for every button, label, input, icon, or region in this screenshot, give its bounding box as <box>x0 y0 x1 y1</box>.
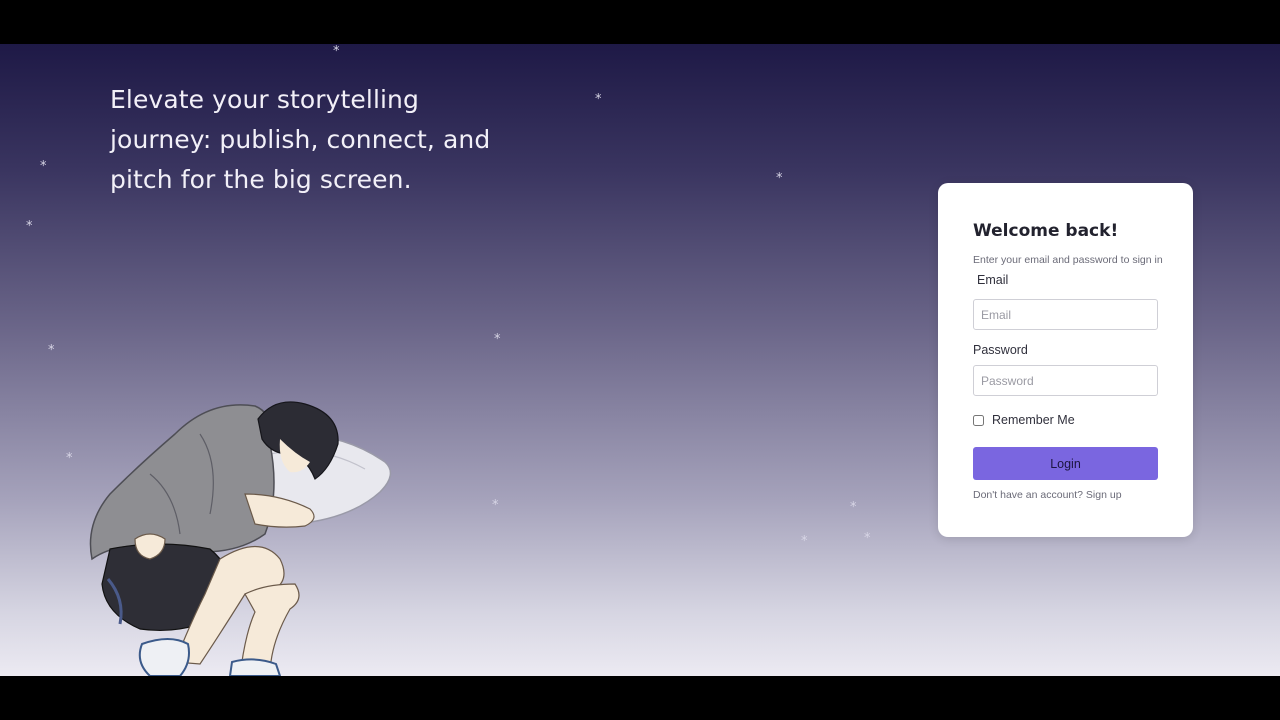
star-icon: * <box>333 44 340 59</box>
signup-prompt-text: Don't have an account? <box>973 489 1083 501</box>
signup-prompt: Don't have an account? Sign up <box>973 489 1122 501</box>
hero-tagline: Elevate your storytelling journey: publi… <box>110 85 491 194</box>
letterbox-bottom <box>0 676 1280 720</box>
password-label: Password <box>973 343 1028 357</box>
login-card: Welcome back! Enter your email and passw… <box>938 183 1193 537</box>
star-icon: * <box>26 219 33 234</box>
star-icon: * <box>48 343 55 358</box>
login-button[interactable]: Login <box>973 447 1158 480</box>
star-icon: * <box>66 451 73 466</box>
star-icon: * <box>801 534 808 549</box>
remember-me-row: Remember Me <box>973 413 1075 427</box>
email-label: Email <box>977 273 1009 287</box>
letterbox-top <box>0 0 1280 44</box>
star-icon: * <box>595 92 602 107</box>
star-icon: * <box>494 332 501 347</box>
signup-link[interactable]: Sign up <box>1086 489 1122 501</box>
email-input[interactable] <box>973 299 1158 330</box>
sleeping-character-illustration <box>89 401 392 676</box>
star-icon: * <box>864 531 871 546</box>
remember-me-checkbox[interactable] <box>973 414 984 426</box>
star-icon: * <box>850 500 857 515</box>
login-title: Welcome back! <box>973 221 1119 241</box>
star-icon: * <box>776 171 783 186</box>
remember-me-label[interactable]: Remember Me <box>992 413 1075 427</box>
star-icon: * <box>40 159 47 174</box>
landing-stage: Elevate your storytelling journey: publi… <box>0 44 1280 676</box>
password-input[interactable] <box>973 365 1158 396</box>
star-icon: * <box>492 498 499 513</box>
login-subtitle: Enter your email and password to sign in <box>973 254 1163 266</box>
